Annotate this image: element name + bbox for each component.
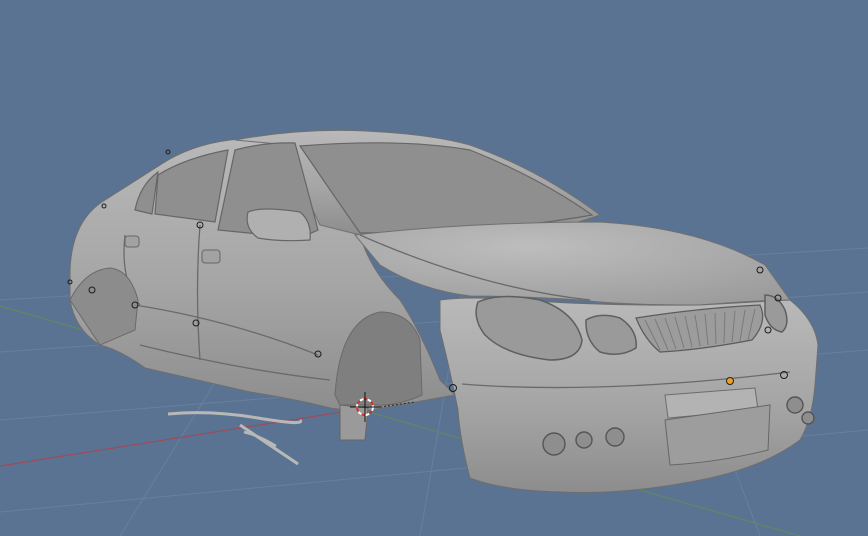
fog-light <box>801 411 815 425</box>
fog-light <box>575 431 593 449</box>
door-handle <box>124 235 140 248</box>
car-hood <box>354 221 791 306</box>
viewport-canvas[interactable] <box>0 0 868 536</box>
fog-light <box>542 432 566 456</box>
curve-strip <box>167 411 303 425</box>
fog-light <box>786 396 804 414</box>
car-body-mesh[interactable] <box>69 129 819 494</box>
curve-strip <box>239 423 299 466</box>
vertex-marker[interactable] <box>165 149 171 155</box>
side-mirror <box>246 208 311 242</box>
fog-light <box>605 427 625 447</box>
ground-curves <box>167 411 303 466</box>
mud-flap <box>339 404 369 441</box>
door-handle <box>201 249 221 264</box>
object-origin-icon[interactable] <box>726 377 734 385</box>
3d-viewport[interactable] <box>0 0 868 536</box>
